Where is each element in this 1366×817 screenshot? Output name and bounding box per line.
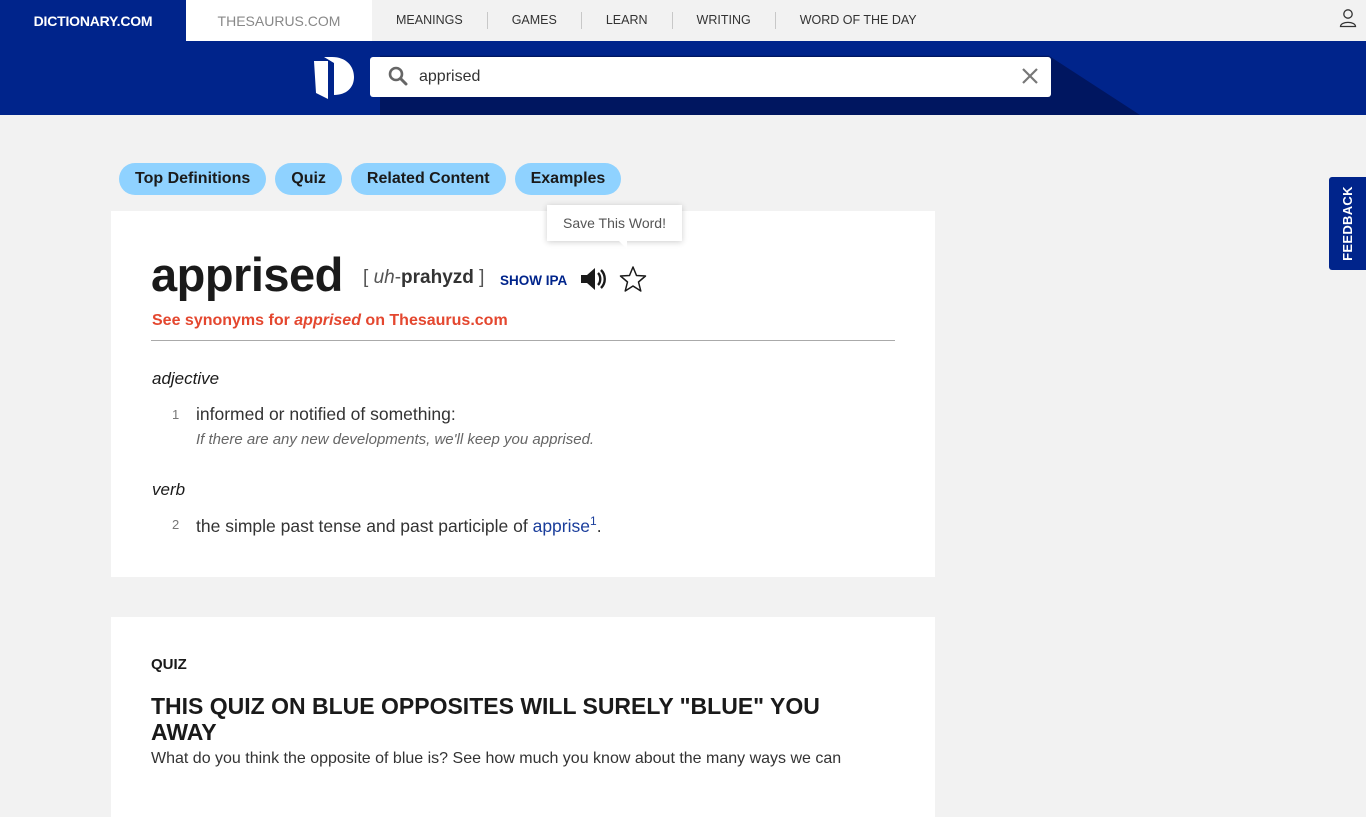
pron-bold: prahyzd bbox=[401, 267, 474, 288]
save-word-tooltip: Save This Word! bbox=[547, 205, 682, 249]
definition-text: the simple past tense and past participl… bbox=[196, 514, 602, 537]
pron-close: ] bbox=[473, 267, 485, 288]
example-sentence: If there are any new developments, we'll… bbox=[196, 431, 595, 448]
close-icon[interactable] bbox=[1021, 67, 1039, 85]
definition-card: Save This Word! apprised [ uh-prahyzd ] … bbox=[111, 205, 935, 577]
pron-open: [ bbox=[363, 267, 374, 288]
part-of-speech: adjective bbox=[152, 369, 220, 388]
definition-text: informed or notified of something: bbox=[196, 404, 456, 424]
quiz-card: QUIZ THIS QUIZ ON BLUE OPPOSITES WILL SU… bbox=[111, 617, 935, 817]
headword: apprised bbox=[151, 248, 343, 301]
nav-links: MEANINGS GAMES LEARN WRITING WORD OF THE… bbox=[372, 0, 941, 41]
sense-number: 1 bbox=[172, 407, 180, 422]
definition-suffix: . bbox=[596, 515, 602, 536]
pron-italic: uh bbox=[373, 267, 395, 288]
synonyms-prefix: See synonyms for bbox=[152, 312, 295, 329]
pronunciation: [ uh-prahyzd ] bbox=[363, 267, 484, 289]
quiz-label: QUIZ bbox=[151, 656, 187, 673]
pill-related-content[interactable]: Related Content bbox=[350, 163, 506, 195]
user-icon[interactable] bbox=[1339, 8, 1357, 28]
quiz-title[interactable]: THIS QUIZ ON BLUE OPPOSITES WILL SURELY … bbox=[151, 693, 891, 745]
homograph-number: 1 bbox=[590, 514, 597, 528]
section-pills: Top Definitions Quiz Related Content Exa… bbox=[119, 163, 622, 195]
nav-meanings[interactable]: MEANINGS bbox=[372, 12, 487, 29]
nav-learn[interactable]: LEARN bbox=[580, 12, 672, 29]
divider bbox=[151, 340, 895, 341]
part-of-speech: verb bbox=[152, 480, 186, 499]
nav-writing[interactable]: WRITING bbox=[671, 12, 775, 29]
feedback-button[interactable]: FEEDBACK bbox=[1329, 177, 1366, 270]
quiz-description: What do you think the opposite of blue i… bbox=[151, 750, 842, 767]
pill-top-definitions[interactable]: Top Definitions bbox=[119, 163, 267, 195]
dictionary-tab[interactable]: DICTIONARY.COM bbox=[0, 0, 186, 41]
pill-examples[interactable]: Examples bbox=[514, 163, 622, 195]
search-input[interactable] bbox=[419, 57, 999, 97]
thesaurus-tab[interactable]: THESAURUS.COM bbox=[186, 0, 372, 41]
synonyms-suffix: on Thesaurus.com bbox=[360, 312, 508, 329]
apprise-link[interactable]: apprise bbox=[533, 516, 590, 536]
dictionary-logo-icon[interactable] bbox=[314, 57, 354, 99]
top-nav: DICTIONARY.COM THESAURUS.COM MEANINGS GA… bbox=[0, 0, 1366, 41]
nav-word-of-the-day[interactable]: WORD OF THE DAY bbox=[774, 12, 941, 29]
definition-prefix: the simple past tense and past participl… bbox=[196, 515, 533, 536]
synonyms-word: apprised bbox=[294, 312, 361, 329]
speaker-icon[interactable] bbox=[580, 267, 608, 291]
sense-number: 2 bbox=[172, 517, 180, 532]
synonyms-link[interactable]: See synonyms for apprised on Thesaurus.c… bbox=[152, 312, 508, 330]
search-icon[interactable] bbox=[388, 66, 408, 86]
show-ipa-button[interactable]: SHOW IPA bbox=[500, 273, 567, 288]
star-icon[interactable] bbox=[619, 265, 647, 293]
pill-quiz[interactable]: Quiz bbox=[275, 163, 342, 195]
search-box bbox=[370, 57, 1051, 97]
search-band bbox=[0, 41, 1366, 115]
nav-games[interactable]: GAMES bbox=[486, 12, 581, 29]
feedback-label: FEEDBACK bbox=[1340, 186, 1355, 261]
